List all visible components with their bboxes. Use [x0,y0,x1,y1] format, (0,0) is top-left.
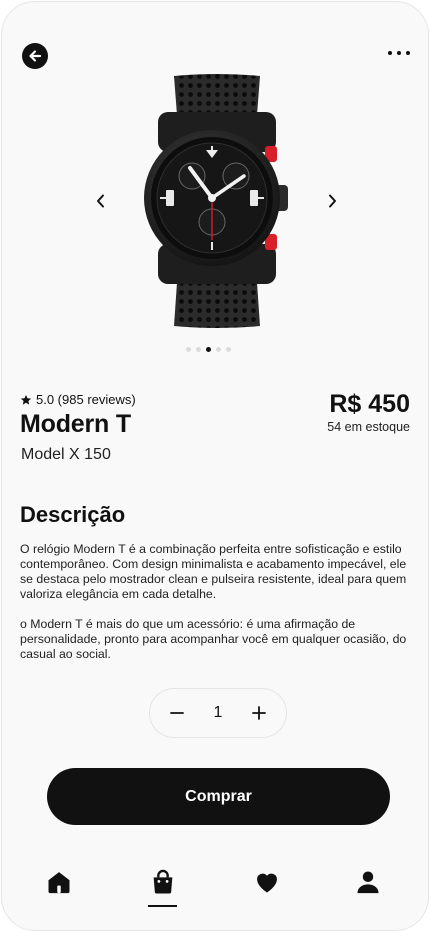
nav-item-favorites[interactable] [251,866,283,898]
star-icon [20,394,32,405]
home-icon [48,872,70,894]
quantity-stepper: 1 [149,688,287,738]
description-body: O relógio Modern T é a combinação perfei… [20,542,414,677]
quantity-value: 1 [213,704,223,721]
more-options-button[interactable] [388,46,410,60]
shopping-bag-icon [153,869,173,894]
carousel-next-button[interactable] [322,191,342,211]
description-paragraph: O relógio Modern T é a combinação perfei… [20,542,407,601]
product-rating: 5.0 (985 reviews) [20,392,136,407]
active-tab-indicator [148,905,177,907]
product-name: Modern T [20,410,131,438]
nav-item-profile[interactable] [352,866,384,898]
product-detail-screen: 5.0 (985 reviews) Modern T Model X 150 R… [1,1,429,931]
carousel-prev-button[interactable] [91,191,111,211]
user-icon [357,871,379,894]
increase-quantity-button[interactable] [248,702,270,724]
rating-text: 5.0 (985 reviews) [36,392,136,407]
product-model: Model X 150 [21,446,111,463]
carousel-pagination [186,347,231,352]
heart-icon [257,873,277,893]
plus-icon [252,706,266,720]
carousel-dot[interactable] [196,347,201,352]
more-horizontal-icon [388,51,392,55]
minus-icon [170,712,184,714]
chevron-right-icon [329,194,336,208]
description-paragraph: o Modern T é mais do que um acessório: é… [20,617,407,661]
carousel-dot[interactable] [216,347,221,352]
bottom-navigation [2,862,428,912]
carousel-dot[interactable] [186,347,191,352]
carousel-dot-active[interactable] [206,347,211,352]
product-image-watch [144,74,288,328]
decrease-quantity-button[interactable] [166,702,188,724]
product-price: R$ 450 [329,390,410,418]
chevron-left-icon [97,194,104,208]
stock-count: 54 em estoque [327,420,410,434]
carousel-dot[interactable] [226,347,231,352]
buy-button[interactable]: Comprar [47,768,390,825]
arrow-left-icon [29,50,42,62]
nav-item-home[interactable] [43,866,75,898]
nav-item-shop[interactable] [147,866,179,898]
description-heading: Descrição [20,502,126,527]
back-button[interactable] [22,43,48,69]
